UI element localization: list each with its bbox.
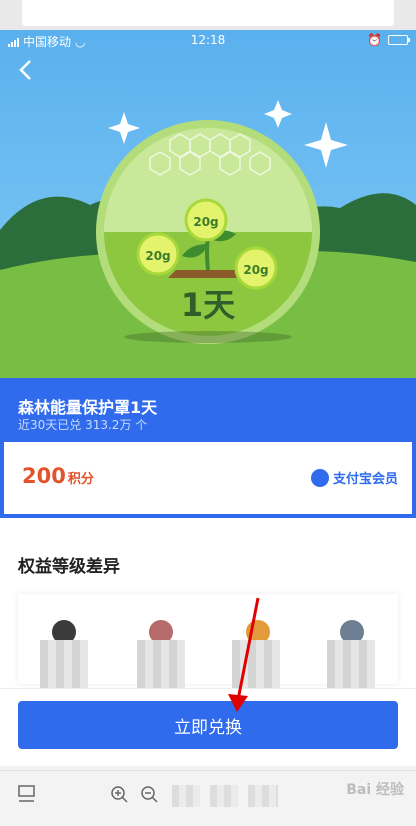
alipay-member-icon xyxy=(310,468,329,487)
alarm-icon: ⏰ xyxy=(367,33,382,47)
bottom-toolbar: Bai 经验 xyxy=(0,770,416,826)
status-time: 12:18 xyxy=(190,33,226,47)
top-strip xyxy=(0,0,416,34)
blurred-cell xyxy=(40,640,88,690)
product-subtitle: 近30天已兑 313.2万 个 xyxy=(18,418,148,432)
zoom-out-icon[interactable] xyxy=(140,785,160,809)
price-unit: 积分 xyxy=(67,472,94,487)
zoom-in-icon[interactable] xyxy=(110,785,130,809)
energy-bubble-left: 20g xyxy=(145,249,170,263)
chevron-left-icon xyxy=(19,60,31,80)
energy-bubble-right: 20g xyxy=(243,263,268,277)
blurred-cell xyxy=(232,640,280,690)
blurred-text xyxy=(210,785,238,807)
price-amount: 200 xyxy=(22,464,66,488)
blurred-cell xyxy=(327,640,375,690)
days-label: 1天 xyxy=(181,286,235,324)
blurred-text xyxy=(172,785,200,807)
level-table xyxy=(18,594,398,690)
price-points: 200 积分 xyxy=(22,464,94,488)
status-bar: 中国移动 ◡ 12:18 ⏰ xyxy=(0,30,416,52)
price-card: 200 积分 支付宝会员 xyxy=(0,442,416,518)
benefits-heading: 权益等级差异 xyxy=(18,557,120,577)
hero-banner: 20g 20g 20g 1天 中国移动 ◡ 12:18 ⏰ xyxy=(0,30,416,378)
exchange-button[interactable]: 立即兑换 xyxy=(18,701,398,749)
back-button[interactable] xyxy=(12,56,40,84)
product-header: 森林能量保护罩1天 近30天已兑 313.2万 个 xyxy=(0,378,416,442)
cta-area: 立即兑换 xyxy=(0,688,416,766)
product-title: 森林能量保护罩1天 xyxy=(18,398,158,417)
battery-icon xyxy=(388,35,410,45)
blurred-text xyxy=(248,785,278,807)
page-icon[interactable] xyxy=(18,785,36,809)
blurred-cell xyxy=(137,640,185,690)
hero-illustration: 20g 20g 20g 1天 xyxy=(0,100,416,378)
energy-bubble-top: 20g xyxy=(193,215,218,229)
member-badge: 支付宝会员 xyxy=(310,468,398,487)
benefits-section: 权益等级差异 xyxy=(0,518,416,690)
watermark: Bai 经验 xyxy=(346,782,404,798)
member-label: 支付宝会员 xyxy=(332,472,398,487)
